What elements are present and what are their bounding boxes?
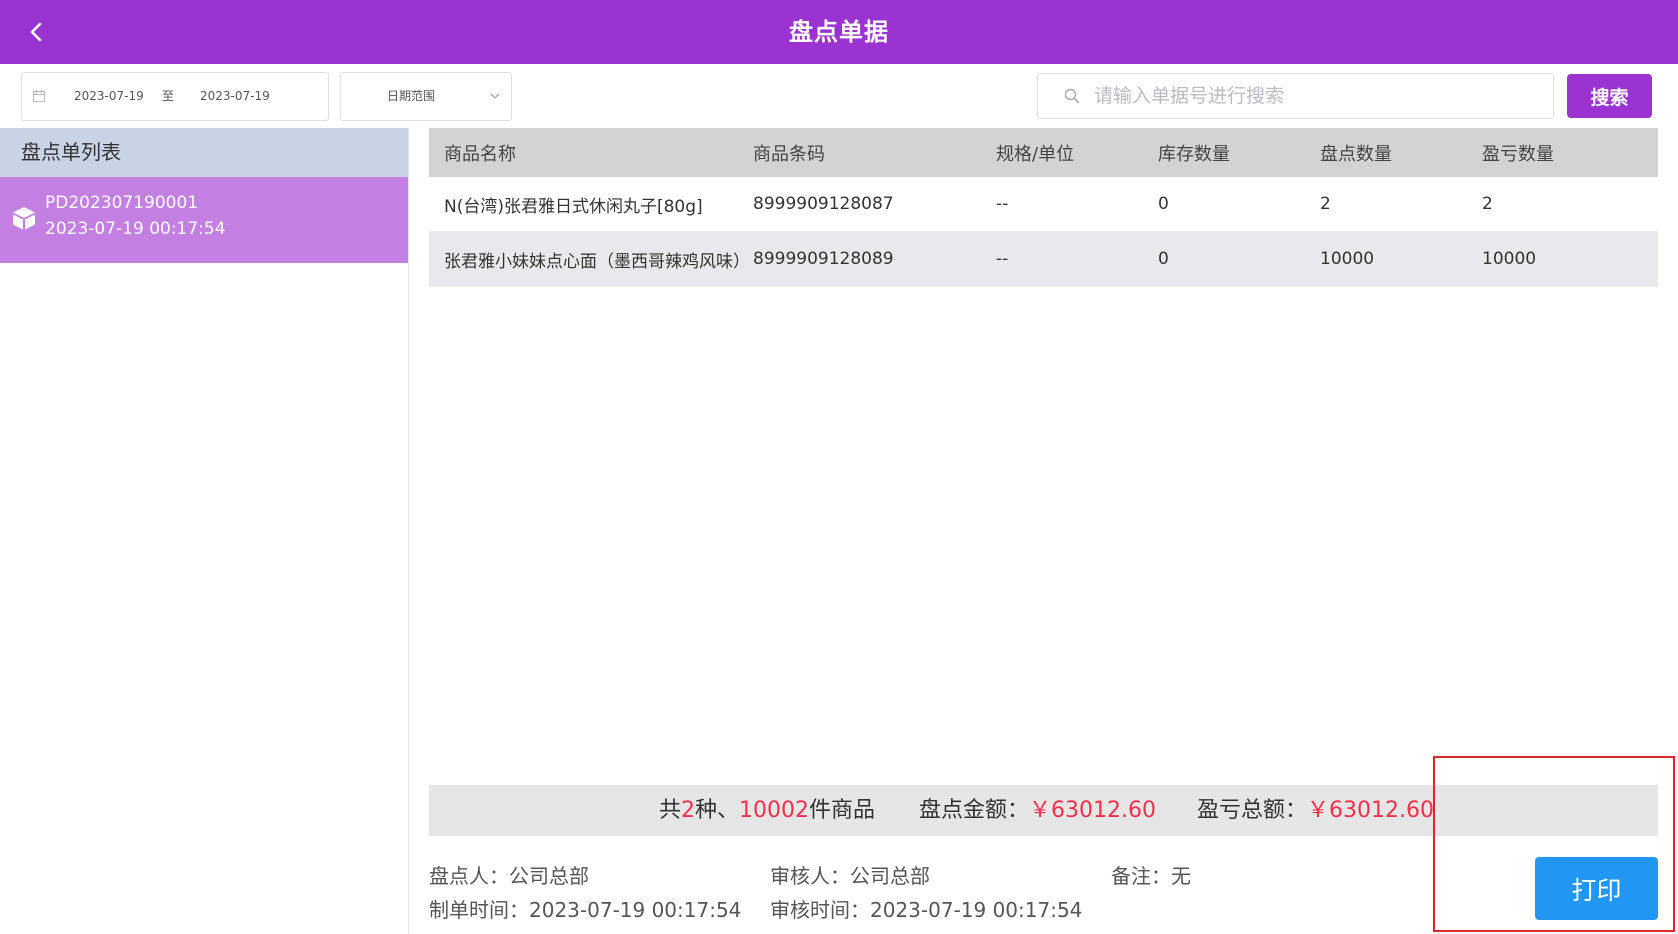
cell-stock-qty: 0	[1158, 249, 1169, 269]
cell-goods-name: 张君雅小妹妹点心面（墨西哥辣鸡风味）	[444, 251, 750, 272]
header-stock-qty: 库存数量	[1158, 143, 1230, 165]
cell-spec-unit: --	[996, 194, 1009, 214]
summary-kinds-suffix: 种、	[695, 798, 740, 823]
created-time: 制单时间：2023-07-19 00:17:54	[429, 898, 742, 922]
header-count-qty: 盘点数量	[1320, 143, 1392, 165]
summary-count-suffix: 件商品	[809, 798, 876, 823]
summary-amount-label: 盘点金额：	[919, 798, 1030, 823]
search-input[interactable]	[1092, 80, 1536, 112]
summary-amount: 盘点金额：￥63012.60	[919, 785, 1156, 836]
date-range-select-value: 日期范围	[386, 89, 435, 103]
summary-profit-value: ￥63012.60	[1307, 798, 1434, 823]
cell-goods-name: N(台湾)张君雅日式休闲丸子[80g]	[444, 196, 703, 217]
cell-barcode: 8999909128087	[753, 194, 894, 214]
start-date[interactable]: 2023-07-19	[74, 73, 144, 120]
search-icon	[1064, 88, 1080, 104]
summary-profit-label: 盈亏总额：	[1197, 798, 1308, 823]
chevron-left-icon	[30, 22, 42, 42]
end-date[interactable]: 2023-07-19	[200, 73, 270, 120]
cell-spec-unit: --	[996, 249, 1009, 269]
header-diff-qty: 盈亏数量	[1482, 143, 1554, 165]
header-spec-unit: 规格/单位	[996, 143, 1075, 165]
summary-amount-value: ￥63012.60	[1029, 798, 1156, 823]
app-header: 盘点单据	[0, 0, 1678, 64]
summary-count: 10002	[739, 798, 810, 823]
chevron-down-icon	[490, 93, 500, 99]
print-button[interactable]: 打印	[1535, 857, 1658, 920]
order-sidebar: 盘点单列表 PD202307190001 2023-07-19 00:17:54	[0, 128, 409, 934]
package-icon	[13, 207, 35, 230]
cell-diff-qty: 10000	[1482, 249, 1537, 269]
cell-barcode: 8999909128089	[753, 249, 894, 269]
date-range-select[interactable]: 日期范围	[340, 72, 512, 121]
table-row[interactable]: N(台湾)张君雅日式休闲丸子[80g] 8999909128087 -- 0 2…	[429, 177, 1658, 232]
table-row[interactable]: 张君雅小妹妹点心面（墨西哥辣鸡风味） 8999909128089 -- 0 10…	[429, 232, 1658, 287]
table-header: 商品名称 商品条码 规格/单位 库存数量 盘点数量 盈亏数量	[429, 128, 1658, 177]
order-number: PD202307190001	[45, 193, 199, 213]
summary-bar: 共2种、10002件商品 盘点金额：￥63012.60 盈亏总额：￥63012.…	[429, 785, 1658, 836]
reviewer-person: 审核人：公司总部	[770, 864, 930, 888]
search-box	[1037, 73, 1554, 119]
header-goods-name: 商品名称	[444, 143, 516, 165]
goods-table: 商品名称 商品条码 规格/单位 库存数量 盘点数量 盈亏数量 N(台湾)张君雅日…	[429, 128, 1658, 287]
search-button[interactable]: 搜索	[1567, 74, 1652, 118]
header-barcode: 商品条码	[753, 143, 825, 165]
date-range-separator: 至	[162, 89, 175, 103]
order-list-item[interactable]: PD202307190001 2023-07-19 00:17:54	[0, 177, 408, 263]
summary-item-count: 共2种、10002件商品	[659, 785, 875, 836]
back-button[interactable]	[18, 14, 54, 50]
reviewed-time: 审核时间：2023-07-19 00:17:54	[770, 898, 1083, 922]
order-time: 2023-07-19 00:17:54	[45, 219, 226, 239]
cell-count-qty: 2	[1320, 194, 1331, 214]
page-title: 盘点单据	[789, 18, 889, 46]
date-range-picker[interactable]: 2023-07-19 至 2023-07-19	[21, 72, 329, 121]
summary-profit: 盈亏总额：￥63012.60	[1197, 785, 1434, 836]
sidebar-header: 盘点单列表	[0, 128, 408, 177]
cell-count-qty: 10000	[1320, 249, 1375, 269]
calendar-icon	[33, 90, 45, 102]
remark: 备注：无	[1111, 864, 1191, 888]
summary-kinds: 2	[681, 798, 696, 823]
summary-prefix: 共	[659, 798, 682, 823]
sidebar-title: 盘点单列表	[21, 140, 121, 164]
cell-diff-qty: 2	[1482, 194, 1493, 214]
cell-stock-qty: 0	[1158, 194, 1169, 214]
counter-person: 盘点人：公司总部	[429, 864, 589, 888]
